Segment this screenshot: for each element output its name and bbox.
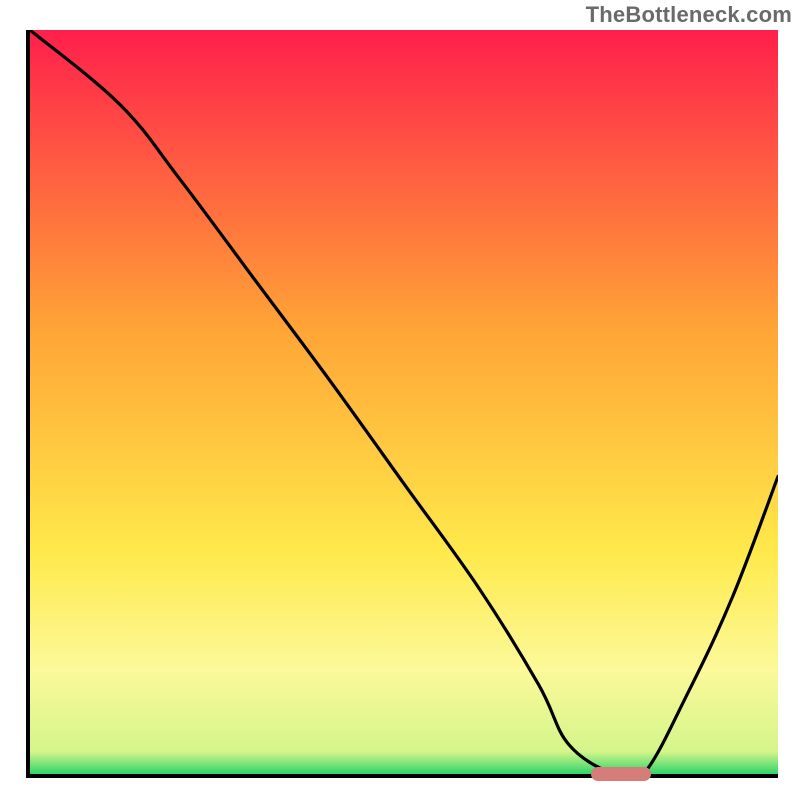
gradient-rect [30, 30, 778, 774]
optimal-zone-bar [591, 767, 651, 781]
watermark-text: TheBottleneck.com [586, 2, 792, 28]
plot-area [26, 30, 778, 778]
chart-svg [30, 30, 778, 774]
chart-frame: TheBottleneck.com [0, 0, 800, 800]
